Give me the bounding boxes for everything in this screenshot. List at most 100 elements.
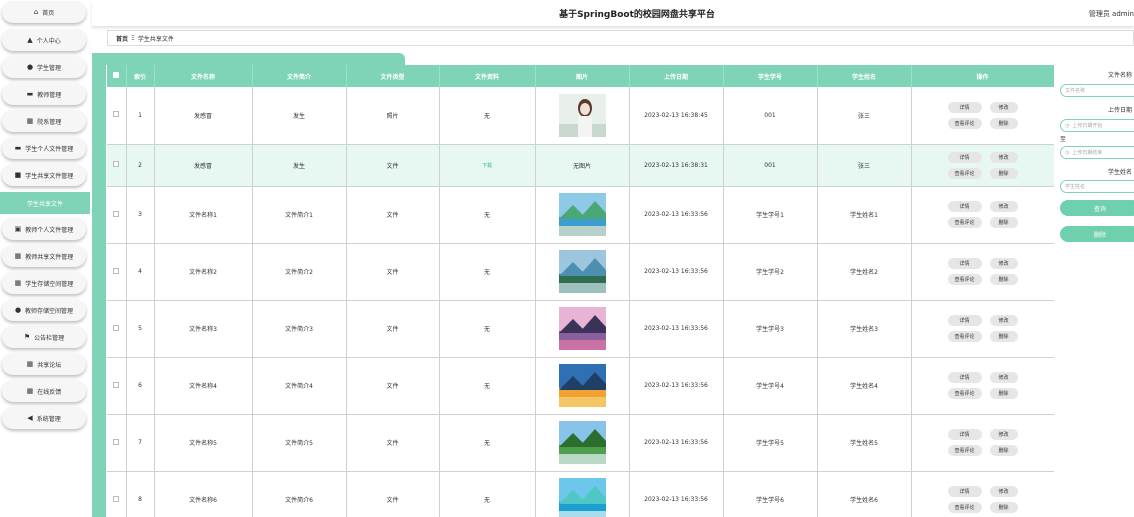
row-checkbox[interactable] xyxy=(113,111,120,118)
image-cell xyxy=(535,87,630,145)
view-comments-button[interactable]: 查看评论 xyxy=(947,331,982,342)
edit-button[interactable]: 修改 xyxy=(989,101,1018,113)
table-row[interactable]: 5 文件名称3 文件简介3 文件 无 2023-02-13 16:33:56 学生学号3 学生… xyxy=(107,300,1054,358)
file-thumbnail xyxy=(558,307,606,350)
row-select-cell[interactable] xyxy=(107,87,127,145)
admin-label[interactable]: 管理员 admin xyxy=(1089,9,1134,19)
material-value: 无 xyxy=(483,269,490,276)
sidebar-item[interactable]: ■ 学生共享文件管理 xyxy=(2,164,86,186)
row-select-cell[interactable] xyxy=(107,144,127,187)
row-select-cell[interactable] xyxy=(107,471,127,517)
sidebar-item[interactable]: ▦ 在线反馈 xyxy=(2,380,86,402)
student-name-cell: 学生姓名3 xyxy=(817,300,912,358)
table-row[interactable]: 1 发感冒 发生 照片无 2023-02-13 16:38:45 001 张三 详情 修改 查看评… xyxy=(107,87,1054,145)
sidebar-item[interactable]: ● 教师存储空间管理 xyxy=(2,299,86,321)
view-comments-button[interactable]: 查看评论 xyxy=(947,274,982,285)
row-checkbox[interactable] xyxy=(113,267,120,274)
share-file-icon: ■ xyxy=(14,171,22,179)
view-comments-button[interactable]: 查看评论 xyxy=(947,217,982,228)
sidebar-item[interactable]: 学生共享文件 xyxy=(0,192,90,214)
view-comments-button[interactable]: 查看评论 xyxy=(947,445,982,456)
sidebar-item[interactable]: ▣ 教师个人文件管理 xyxy=(2,218,86,240)
sidebar-item[interactable]: ▦ 教师共享文件管理 xyxy=(2,245,86,267)
detail-button[interactable]: 详情 xyxy=(947,486,982,497)
detail-button[interactable]: 详情 xyxy=(947,315,982,326)
sidebar-item[interactable]: ⌂ 首页 xyxy=(2,1,86,23)
sidebar-item[interactable]: ◀ 系统管理 xyxy=(2,407,86,429)
sidebar-item[interactable]: ▲ 个人中心 xyxy=(2,29,86,51)
row-checkbox[interactable] xyxy=(113,438,120,445)
view-comments-button[interactable]: 查看评论 xyxy=(947,167,982,179)
row-actions: 详情 修改 查看评论 删除 xyxy=(912,258,1054,285)
detail-button[interactable]: 详情 xyxy=(947,101,982,113)
actions-cell: 详情 修改 查看评论 删除 xyxy=(911,87,1054,145)
detail-button[interactable]: 详情 xyxy=(947,151,982,163)
detail-button[interactable]: 详情 xyxy=(947,258,982,269)
detail-button[interactable]: 详情 xyxy=(947,372,982,383)
edit-button[interactable]: 修改 xyxy=(989,258,1018,269)
detail-button[interactable]: 详情 xyxy=(947,429,982,440)
col-header: 学生姓名 xyxy=(817,65,912,87)
sidebar-item[interactable]: ▬ 教师管理 xyxy=(2,83,86,105)
delete-button[interactable]: 删除 xyxy=(989,388,1018,399)
row-select-cell[interactable] xyxy=(107,300,127,358)
row-select-cell[interactable] xyxy=(107,414,127,472)
query-button[interactable]: 查询 xyxy=(1060,200,1134,216)
student-no-cell: 学生学号2 xyxy=(723,243,818,301)
table-row[interactable]: 3 文件名称1 文件简介1 文件 无 2023-02-13 16:33:56 学生学号1 学生… xyxy=(107,186,1054,244)
select-all-checkbox[interactable] xyxy=(113,72,120,78)
student-no-cell: 学生学号3 xyxy=(723,300,818,358)
breadcrumb-home[interactable]: 首页 xyxy=(116,34,128,43)
sidebar-item[interactable]: ▦ 学生存储空间管理 xyxy=(2,272,86,294)
row-checkbox[interactable] xyxy=(113,210,120,217)
delete-button[interactable]: 删除 xyxy=(989,274,1018,285)
row-checkbox[interactable] xyxy=(113,161,120,167)
edit-button[interactable]: 修改 xyxy=(989,429,1018,440)
view-comments-button[interactable]: 查看评论 xyxy=(947,388,982,399)
index-cell: 2 xyxy=(126,144,155,187)
row-checkbox[interactable] xyxy=(113,495,120,502)
delete-button[interactable]: 删除 xyxy=(989,167,1018,179)
delete-button[interactable]: 删除 xyxy=(989,502,1018,513)
table-row[interactable]: 7 文件名称5 文件简介5 文件 无 2023-02-13 16:33:56 学生学号5 学生… xyxy=(107,414,1054,472)
detail-button[interactable]: 详情 xyxy=(947,201,982,212)
table-row[interactable]: 6 文件名称4 文件简介4 文件 无 2023-02-13 16:33:56 学生学号4 学生… xyxy=(107,357,1054,415)
sidebar-item[interactable]: ● 学生管理 xyxy=(2,56,86,78)
delete-button[interactable]: 删除 xyxy=(989,331,1018,342)
row-checkbox[interactable] xyxy=(113,324,120,331)
row-select-cell[interactable] xyxy=(107,243,127,301)
delete-button[interactable]: 删除 xyxy=(989,445,1018,456)
row-select-cell[interactable] xyxy=(107,357,127,415)
date-start-input[interactable]: ◷ 上传日期开始 xyxy=(1060,119,1134,132)
sidebar-item[interactable]: ▦ 共享论坛 xyxy=(2,353,86,375)
row-checkbox[interactable] xyxy=(113,381,120,388)
table-row[interactable]: 8 文件名称6 文件简介6 文件无 2023-02-13 16:33:56 学生学号6 学生… xyxy=(107,471,1054,517)
file-type-cell: 文件 xyxy=(346,243,440,301)
sidebar-item[interactable]: ⚑ 公告栏管理 xyxy=(2,326,86,348)
delete-button[interactable]: 删除 xyxy=(989,117,1018,129)
view-comments-button[interactable]: 查看评论 xyxy=(947,117,982,129)
edit-button[interactable]: 修改 xyxy=(989,372,1018,383)
clock-icon: ◷ xyxy=(1065,149,1070,156)
table-row[interactable]: 4 文件名称2 文件简介2 文件 无 2023-02-13 16:33:56 学生学号2 学生… xyxy=(107,243,1054,301)
search-name-input[interactable]: 文件名称 xyxy=(1060,84,1134,97)
edit-button[interactable]: 修改 xyxy=(989,151,1018,163)
date-end-input[interactable]: ◷ 上传日期结束 xyxy=(1060,146,1134,159)
table-row[interactable]: 2 发感冒 发生 文件 下载 无图片 2023-02-13 16:38:31 001 张三 详情修… xyxy=(107,144,1054,187)
edit-button[interactable]: 修改 xyxy=(989,486,1018,497)
delete-button[interactable]: 删除 xyxy=(989,217,1018,228)
search-sname-input[interactable]: 学生姓名 xyxy=(1060,180,1134,193)
image-cell xyxy=(535,300,630,358)
sidebar-item-label: 教师共享文件管理 xyxy=(25,253,74,261)
file-type-cell: 文件 xyxy=(346,144,440,187)
view-comments-button[interactable]: 查看评论 xyxy=(947,502,982,513)
edit-button[interactable]: 修改 xyxy=(989,315,1018,326)
batch-delete-button[interactable]: 删除 xyxy=(1060,226,1134,242)
download-link[interactable]: 下载 xyxy=(482,163,492,169)
sidebar-item[interactable]: ▬ 学生个人文件管理 xyxy=(2,137,86,159)
edit-button[interactable]: 修改 xyxy=(989,201,1018,212)
sidebar-item[interactable]: ▦ 院系管理 xyxy=(2,110,86,132)
select-all-header[interactable] xyxy=(107,65,127,87)
row-select-cell[interactable] xyxy=(107,186,127,244)
page-title: 基于SpringBoot的校园网盘共享平台 xyxy=(559,10,715,20)
